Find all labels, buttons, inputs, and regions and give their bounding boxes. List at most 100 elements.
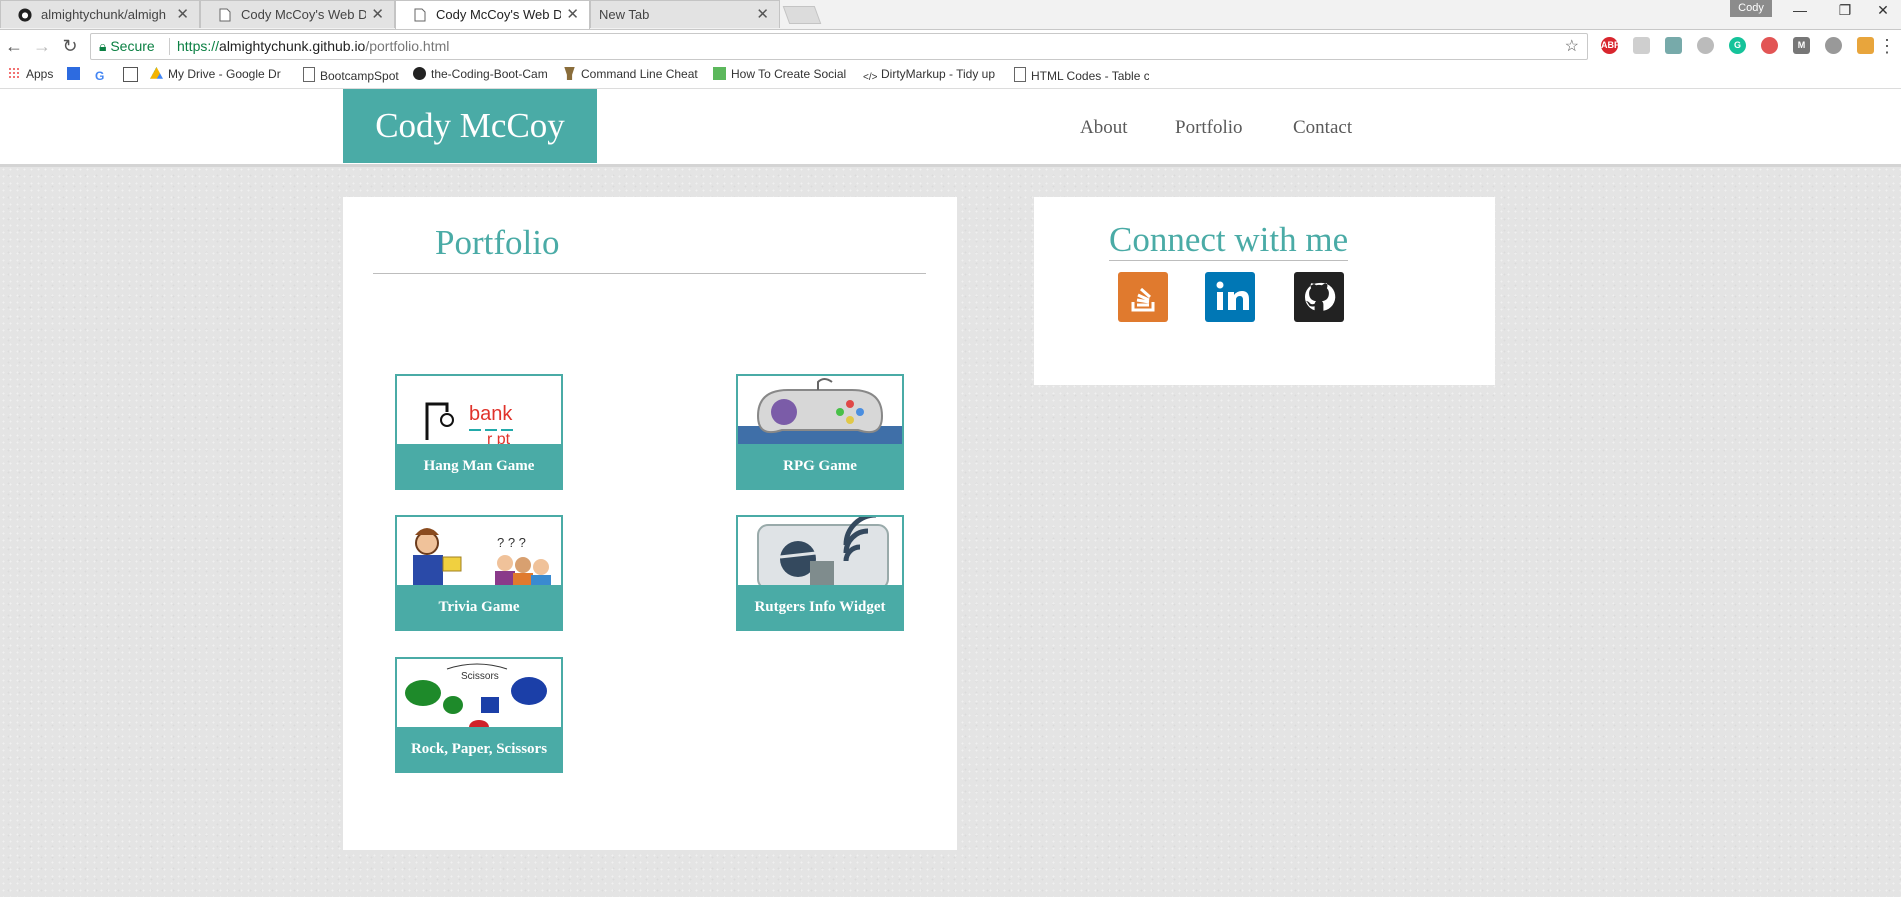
tab-cody-1[interactable]: Cody McCoy's Web Deve ✕	[200, 0, 395, 28]
bookmark-label: How To Create Social	[731, 67, 847, 81]
bookmark-drive[interactable]: My Drive - Google Dr	[150, 67, 285, 81]
bookmark-html-codes[interactable]: HTML Codes - Table c	[1014, 67, 1149, 83]
portfolio-item-hangman[interactable]: bank r pt Hang Man Game	[395, 374, 563, 490]
portfolio-item-caption: Hang Man Game	[397, 444, 561, 488]
secure-label: Secure	[110, 38, 155, 54]
rps-thumb: Scissors	[397, 659, 561, 727]
drive-icon	[150, 67, 163, 79]
portfolio-item-caption: RPG Game	[738, 444, 902, 488]
bookmark-coding-boot-camp[interactable]: the-Coding-Boot-Cam	[413, 67, 549, 81]
page-icon	[303, 67, 315, 82]
bookmark-apps[interactable]: Apps	[8, 67, 58, 81]
github-link[interactable]	[1294, 272, 1344, 322]
portfolio-item-rps[interactable]: Scissors Rock, Paper, Scissors	[395, 657, 563, 773]
widget-thumb	[738, 517, 902, 585]
minimize-icon[interactable]: —	[1780, 2, 1820, 18]
nav-portfolio[interactable]: Portfolio	[1175, 117, 1243, 139]
web-page: Cody McCoy About Portfolio Contact Portf…	[0, 89, 1901, 897]
new-tab-button[interactable]	[782, 6, 822, 24]
browser-toolbar: ← → ↻ 🔒︎ Secure https://almightychunk.gi…	[0, 30, 1901, 63]
bookmark-label: BootcampSpot	[320, 69, 399, 83]
bookmark-google[interactable]: G	[95, 67, 113, 82]
close-icon[interactable]: ✕	[566, 1, 579, 29]
profile-badge[interactable]: Cody	[1730, 0, 1772, 17]
extension-icon[interactable]	[1633, 37, 1650, 54]
url-path: /portfolio.html	[365, 38, 450, 54]
linkedin-icon	[1216, 281, 1249, 310]
bookmark-social[interactable]: How To Create Social	[713, 67, 848, 81]
adblock-icon[interactable]: ABP	[1601, 37, 1620, 54]
github-icon	[18, 8, 32, 22]
eyedropper-icon[interactable]	[1665, 37, 1682, 54]
bookmark-label: DirtyMarkup - Tidy up	[881, 67, 996, 81]
browser-tab-strip: almightychunk/almighty ✕ Cody McCoy's We…	[0, 0, 1901, 30]
portfolio-item-rutgers[interactable]: Rutgers Info Widget	[736, 515, 904, 631]
linkedin-link[interactable]	[1205, 272, 1255, 322]
tab-cody-active[interactable]: Cody McCoy's Web Deve ✕	[395, 0, 590, 29]
menu-icon[interactable]: ⋮	[1875, 36, 1899, 57]
trivia-thumb: ? ? ?	[397, 517, 561, 585]
secure-indicator[interactable]: 🔒︎ Secure	[99, 34, 155, 59]
rps-label: Scissors	[461, 671, 499, 682]
address-bar[interactable]: 🔒︎ Secure https://almightychunk.github.i…	[90, 33, 1588, 60]
stackoverflow-link[interactable]	[1118, 272, 1168, 322]
github-icon	[1304, 282, 1336, 311]
page-icon	[414, 8, 426, 22]
bookmark-label: Apps	[26, 67, 54, 81]
close-icon[interactable]: ✕	[371, 1, 384, 29]
calendar-icon	[67, 67, 80, 80]
bookmark-dirtymarkup[interactable]: </> DirtyMarkup - Tidy up	[863, 67, 998, 85]
trophy-icon	[564, 67, 575, 80]
bookmark-command-line[interactable]: Command Line Cheat	[563, 67, 698, 81]
portfolio-panel: Portfolio bank r pt Hang Man Game RPG Ga…	[343, 197, 957, 850]
site-header: Cody McCoy About Portfolio Contact	[0, 89, 1901, 167]
tab-label: Cody McCoy's Web Deve	[436, 7, 561, 22]
image-icon	[713, 67, 726, 80]
tab-github[interactable]: almightychunk/almighty ✕	[0, 0, 200, 28]
nav-about[interactable]: About	[1080, 117, 1128, 139]
close-window-icon[interactable]: ✕	[1863, 2, 1901, 19]
divider	[373, 273, 926, 274]
reload-icon[interactable]: ↻	[58, 36, 82, 57]
bookmark-label: Command Line Cheat	[581, 67, 698, 81]
svg-text:r pt: r pt	[487, 431, 511, 444]
site-brand[interactable]: Cody McCoy	[343, 89, 597, 163]
restore-icon[interactable]: ❐	[1825, 2, 1865, 19]
bookmark-reading[interactable]	[123, 67, 141, 83]
divider	[169, 38, 170, 55]
gamepad-thumb	[738, 376, 902, 444]
tab-new-tab[interactable]: New Tab ✕	[590, 0, 780, 28]
close-icon[interactable]: ✕	[756, 1, 769, 29]
bookmarks-bar: Apps G My Drive - Google Dr BootcampSpot…	[0, 63, 1901, 89]
apps-grid-icon	[8, 67, 21, 80]
nav-contact[interactable]: Contact	[1293, 117, 1352, 139]
tab-label: New Tab	[599, 7, 650, 22]
code-icon: </>	[863, 72, 878, 83]
page-icon	[1014, 67, 1026, 82]
tab-label: Cody McCoy's Web Deve	[241, 7, 366, 22]
bookmark-bootcampspot[interactable]: BootcampSpot	[303, 67, 413, 83]
portfolio-item-rpg[interactable]: RPG Game	[736, 374, 904, 490]
svg-text:? ? ?: ? ? ?	[497, 535, 526, 550]
bookmark-label: My Drive - Google Dr	[168, 67, 281, 81]
close-icon[interactable]: ✕	[176, 1, 189, 29]
portfolio-item-caption: Rutgers Info Widget	[738, 585, 902, 629]
bookmark-star-icon[interactable]: ☆	[1565, 34, 1579, 59]
portfolio-item-caption: Rock, Paper, Scissors	[397, 727, 561, 771]
grammarly-icon[interactable]: G	[1729, 37, 1746, 54]
portfolio-item-caption: Trivia Game	[397, 585, 561, 629]
bookmark-calendar[interactable]	[67, 67, 85, 81]
forward-icon[interactable]: →	[30, 36, 54, 57]
portfolio-item-trivia[interactable]: ? ? ? Trivia Game	[395, 515, 563, 631]
bug-icon[interactable]	[1825, 37, 1842, 54]
tool-icon[interactable]	[1857, 37, 1874, 54]
connect-panel: Connect with me	[1034, 197, 1495, 385]
lock-icon: 🔒︎	[99, 38, 107, 54]
cloud-icon[interactable]	[1697, 37, 1714, 54]
url-scheme: https://	[177, 38, 220, 54]
record-icon[interactable]	[1761, 37, 1778, 54]
back-icon[interactable]: ←	[2, 36, 26, 57]
portfolio-heading: Portfolio	[435, 223, 560, 262]
m-extension-icon[interactable]: M	[1793, 37, 1810, 54]
bookmark-label: HTML Codes - Table c	[1031, 69, 1149, 83]
